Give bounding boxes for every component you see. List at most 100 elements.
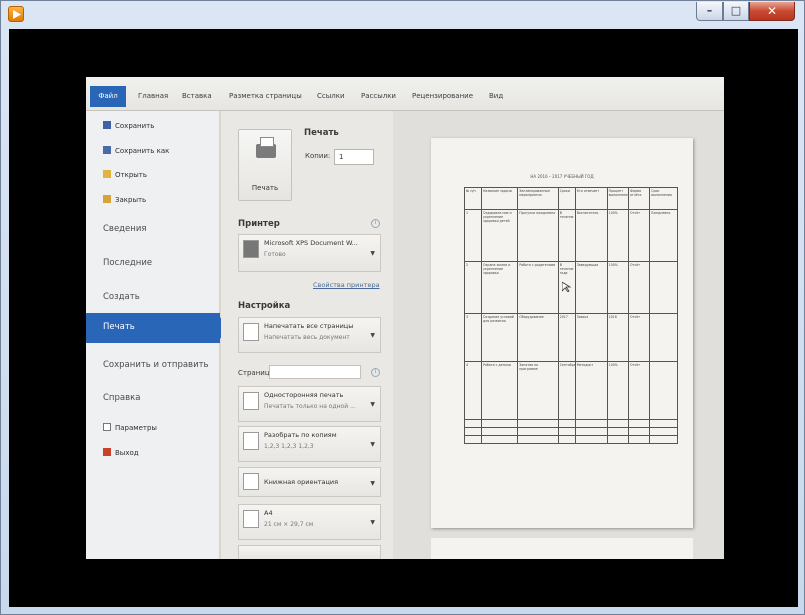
table-cell: [649, 313, 678, 362]
pages-input[interactable]: [269, 365, 361, 379]
minimize-icon: –: [706, 4, 713, 17]
table-cell: 100%: [606, 261, 629, 314]
table-cell: [517, 435, 559, 444]
table-row: 3 Создание условий для развития Оборудован…: [463, 313, 678, 362]
tab-page-layout[interactable]: Разметка страницы: [229, 92, 302, 100]
backstage-menu: Сохранить Сохранить как Открыть Закрыть …: [86, 111, 228, 559]
print-button[interactable]: Печать: [238, 129, 292, 201]
chevron-down-icon: ▼: [370, 250, 375, 258]
table-cell: Охрана жизни и укрепление здоровья: [481, 261, 519, 314]
doc-title: НА 2016 – 2017 УЧЕБНЫЙ ГОД: [530, 174, 594, 179]
print-preview-pane[interactable]: НА 2016 – 2017 УЧЕБНЫЙ ГОД № п/п Название…: [393, 111, 724, 559]
info-icon[interactable]: i: [371, 219, 380, 228]
menu-info[interactable]: Сведения: [103, 224, 146, 234]
table-cell: Сроки: [557, 187, 576, 210]
menu-save-as-label: Сохранить как: [115, 147, 170, 155]
table-cell: 1: [463, 209, 483, 262]
title-bar[interactable]: – □ ✕: [1, 1, 804, 27]
table-cell: 100%: [606, 361, 629, 420]
table-cell: Методист: [574, 361, 608, 420]
menu-open[interactable]: Открыть: [103, 170, 147, 179]
media-player-icon: [8, 6, 24, 22]
table-cell: Завхоз: [574, 313, 608, 362]
collate-select[interactable]: Разобрать по копиям 1,2,3 1,2,3 1,2,3 ▼: [238, 426, 381, 462]
table-cell: 100%: [606, 209, 629, 262]
menu-close[interactable]: Закрыть: [103, 195, 146, 204]
chevron-down-icon: ▼: [370, 401, 375, 409]
table-cell: [606, 419, 629, 428]
menu-save-send[interactable]: Сохранить и отправить: [103, 360, 209, 370]
table-cell: Ежедневно: [649, 209, 678, 262]
more-settings-select[interactable]: [238, 545, 381, 559]
sides-subtitle: Печатать только на одной ...: [264, 403, 356, 410]
table-row: [463, 427, 678, 436]
tab-view[interactable]: Вид: [489, 92, 503, 100]
mouse-cursor-icon: [562, 282, 572, 292]
table-cell: [517, 427, 559, 436]
settings-heading: Настройка: [238, 301, 291, 311]
printer-select[interactable]: Microsoft XPS Document W... Готово ▼: [238, 234, 381, 272]
menu-save[interactable]: Сохранить: [103, 121, 154, 130]
chevron-down-icon: ▼: [370, 519, 375, 527]
table-cell: [649, 419, 678, 428]
collate-icon: [243, 432, 259, 450]
menu-print-label: Печать: [103, 322, 135, 332]
maximize-button[interactable]: □: [723, 2, 749, 21]
printer-icon: [256, 137, 276, 158]
video-area[interactable]: Файл Главная Вставка Разметка страницы С…: [9, 29, 798, 607]
tab-insert[interactable]: Вставка: [182, 92, 212, 100]
open-folder-icon: [103, 170, 111, 178]
menu-recent[interactable]: Последние: [103, 258, 152, 268]
table-cell: [557, 427, 576, 436]
table-cell: 2: [463, 261, 483, 314]
print-heading: Печать: [304, 128, 339, 138]
info-icon[interactable]: i: [371, 368, 380, 377]
minimize-button[interactable]: –: [696, 2, 723, 21]
table-cell: [649, 261, 678, 314]
table-cell: Отчёт: [627, 209, 651, 262]
table-cell: [574, 435, 608, 444]
table-cell: Отчёт: [627, 313, 651, 362]
table-cell: [557, 419, 576, 428]
menu-new[interactable]: Создать: [103, 292, 140, 302]
printer-heading: Принтер: [238, 219, 280, 229]
menu-options[interactable]: Параметры: [103, 423, 157, 432]
table-cell: [517, 419, 559, 428]
print-range-subtitle: Напечатать весь документ: [264, 334, 350, 341]
table-cell: Отчёт: [627, 361, 651, 420]
table-cell: [649, 427, 678, 436]
table-cell: [463, 419, 483, 428]
orientation-select[interactable]: Книжная ориентация ▼: [238, 467, 381, 497]
portrait-icon: [243, 473, 259, 490]
paper-subtitle: 21 см × 29,7 см: [264, 521, 314, 528]
tab-home[interactable]: Главная: [138, 92, 168, 100]
chevron-down-icon: ▼: [370, 441, 375, 449]
player-window: – □ ✕ Файл Главная Вставка Разметка стра…: [0, 0, 805, 615]
menu-help[interactable]: Справка: [103, 393, 140, 403]
tab-mailings[interactable]: Рассылки: [361, 92, 396, 100]
printer-properties-link[interactable]: Свойства принтера: [313, 281, 380, 289]
table-cell: Работа с детьми: [481, 361, 519, 420]
tab-file[interactable]: Файл: [90, 86, 126, 107]
sides-title: Односторонняя печать: [264, 391, 344, 399]
menu-options-label: Параметры: [115, 424, 157, 432]
print-range-title: Напечатать все страницы: [264, 322, 354, 330]
copies-input[interactable]: 1: [334, 149, 374, 165]
sides-select[interactable]: Односторонняя печать Печатать только на …: [238, 386, 381, 422]
tab-review[interactable]: Рецензирование: [412, 92, 473, 100]
orientation-title: Книжная ориентация: [264, 478, 339, 486]
table-cell: [627, 419, 651, 428]
print-settings-panel: Печать Печать Копии: 1 Принтер i Microso…: [221, 111, 393, 559]
menu-print[interactable]: Печать: [86, 313, 228, 343]
table-cell: Название задачи: [481, 187, 519, 210]
close-button[interactable]: ✕: [749, 2, 795, 21]
tab-references[interactable]: Ссылки: [317, 92, 345, 100]
paper-icon: [243, 510, 259, 528]
print-range-select[interactable]: Напечатать все страницы Напечатать весь …: [238, 317, 381, 353]
table-row: [463, 419, 678, 428]
table-cell: 2017: [557, 313, 576, 362]
menu-save-as[interactable]: Сохранить как: [103, 146, 169, 155]
table-cell: 2016: [606, 313, 629, 362]
paper-size-select[interactable]: А4 21 см × 29,7 см ▼: [238, 504, 381, 540]
menu-exit[interactable]: Выход: [103, 448, 139, 457]
